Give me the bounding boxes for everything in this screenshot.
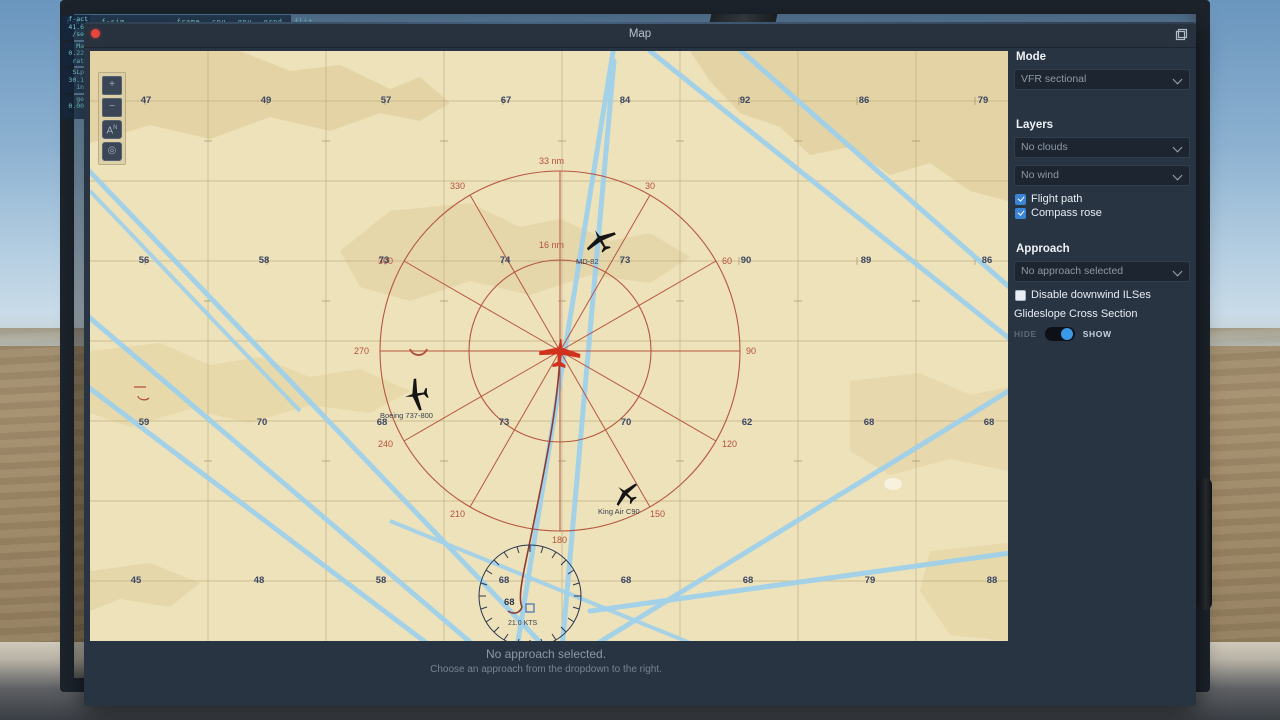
svg-text:89: 89 [861,255,872,266]
svg-text:84: 84 [620,95,631,106]
flight-path-label: Flight path [1031,193,1083,205]
toggle-knob [1060,328,1073,340]
svg-text:90: 90 [746,346,756,356]
svg-text:16 nm: 16 nm [539,240,564,250]
svg-text:47: 47 [141,95,152,106]
svg-text:68: 68 [743,575,754,586]
map-window: Map 30 60 90 120 150 180 210 240 270 300… [84,22,1196,706]
approach-dropdown-value: No approach selected [1021,265,1124,277]
zoom-in-button[interactable]: + [102,76,122,95]
svg-text:73: 73 [379,255,390,266]
map-toolbar[interactable]: + − AN ◎ [98,72,126,165]
chevron-down-icon [1174,172,1183,178]
flight-path-checkbox-row[interactable]: Flight path [1015,193,1190,205]
approach-dropdown[interactable]: No approach selected [1014,261,1190,282]
svg-text:210: 210 [450,509,465,519]
glideslope-label: Glideslope Cross Section [1014,308,1138,320]
svg-text:58: 58 [259,255,270,266]
chevron-down-icon [1174,268,1183,274]
svg-text:21.0 KTS: 21.0 KTS [508,620,538,627]
approach-section-title: Approach [1016,243,1070,255]
svg-text:33 nm: 33 nm [539,156,564,166]
svg-text:68: 68 [377,417,388,428]
glideslope-toggle-row[interactable]: HIDE SHOW [1014,327,1190,341]
clouds-dropdown-value: No clouds [1021,141,1068,153]
north-up-button[interactable]: AN [102,120,122,139]
svg-text:68: 68 [984,417,995,428]
svg-text:70: 70 [621,417,632,428]
compass-rose-checkbox-row[interactable]: Compass rose [1015,207,1190,219]
zoom-out-button[interactable]: − [102,98,122,117]
empty-state-title: No approach selected. [485,647,607,661]
svg-text:59: 59 [139,417,150,428]
svg-text:Boeing 737-800: Boeing 737-800 [380,411,433,420]
flight-path-checkbox[interactable] [1015,193,1026,205]
svg-text:30: 30 [645,181,655,191]
glideslope-toggle[interactable] [1044,327,1075,341]
svg-text:73: 73 [499,417,510,428]
compass-rose-label: Compass rose [1031,207,1102,219]
svg-text:MD-82: MD-82 [576,257,599,266]
chevron-down-icon [1174,76,1183,82]
svg-text:68: 68 [864,417,875,428]
compass-rose-checkbox[interactable] [1015,207,1026,219]
svg-text:49: 49 [261,95,272,106]
svg-text:90: 90 [741,255,752,266]
svg-text:86: 86 [859,95,870,106]
svg-text:150: 150 [650,509,665,519]
mode-section-title: Mode [1016,51,1047,63]
svg-text:45: 45 [131,575,142,586]
svg-text:68: 68 [504,597,515,608]
wind-dropdown-value: No wind [1021,169,1059,181]
toggle-hide-label: HIDE [1014,329,1037,339]
svg-text:240: 240 [378,439,393,449]
svg-text:68: 68 [499,575,510,586]
popout-window-icon[interactable] [1172,26,1190,43]
map-options-panel: Mode VFR sectional Layers No clouds No w… [1014,51,1190,701]
wind-dropdown[interactable]: No wind [1014,165,1190,186]
disable-ilses-checkbox[interactable] [1015,289,1026,301]
disable-ilses-checkbox-row[interactable]: Disable downwind ILSes [1015,289,1190,301]
svg-text:57: 57 [381,95,392,106]
empty-state-subtitle: Choose an approach from the dropdown to … [430,664,662,675]
svg-text:56: 56 [139,255,150,266]
cockpit-lever [1197,478,1212,610]
svg-text:86: 86 [982,255,993,266]
svg-text:120: 120 [722,439,737,449]
north-up-sup: N [113,125,118,131]
window-titlebar[interactable]: Map [84,22,1196,48]
toggle-show-label: SHOW [1082,329,1112,339]
center-aircraft-button[interactable]: ◎ [102,142,122,161]
map-canvas[interactable]: 30 60 90 120 150 180 210 240 270 300 330… [90,51,1008,641]
disable-ilses-label: Disable downwind ILSes [1031,289,1151,301]
svg-text:92: 92 [740,95,751,106]
svg-text:73: 73 [620,255,631,266]
approach-empty-state: No approach selected. Choose an approach… [84,647,1008,675]
svg-text:58: 58 [376,575,387,586]
svg-text:60: 60 [722,256,732,266]
svg-text:67: 67 [501,95,512,106]
svg-text:88: 88 [987,575,998,586]
svg-text:62: 62 [742,417,753,428]
layers-section-title: Layers [1016,119,1054,131]
mode-dropdown-value: VFR sectional [1021,73,1087,85]
svg-text:330: 330 [450,181,465,191]
chevron-down-icon [1174,144,1183,150]
page-title: Map [628,28,652,40]
svg-text:68: 68 [621,575,632,586]
clouds-dropdown[interactable]: No clouds [1014,137,1190,158]
svg-text:180: 180 [552,535,567,545]
svg-text:King Air C90: King Air C90 [598,507,640,516]
svg-text:48: 48 [254,575,265,586]
svg-text:70: 70 [257,417,268,428]
svg-text:74: 74 [500,255,511,266]
mode-dropdown[interactable]: VFR sectional [1014,69,1190,90]
svg-text:270: 270 [354,346,369,356]
svg-text:79: 79 [865,575,876,586]
svg-text:79: 79 [978,95,989,106]
